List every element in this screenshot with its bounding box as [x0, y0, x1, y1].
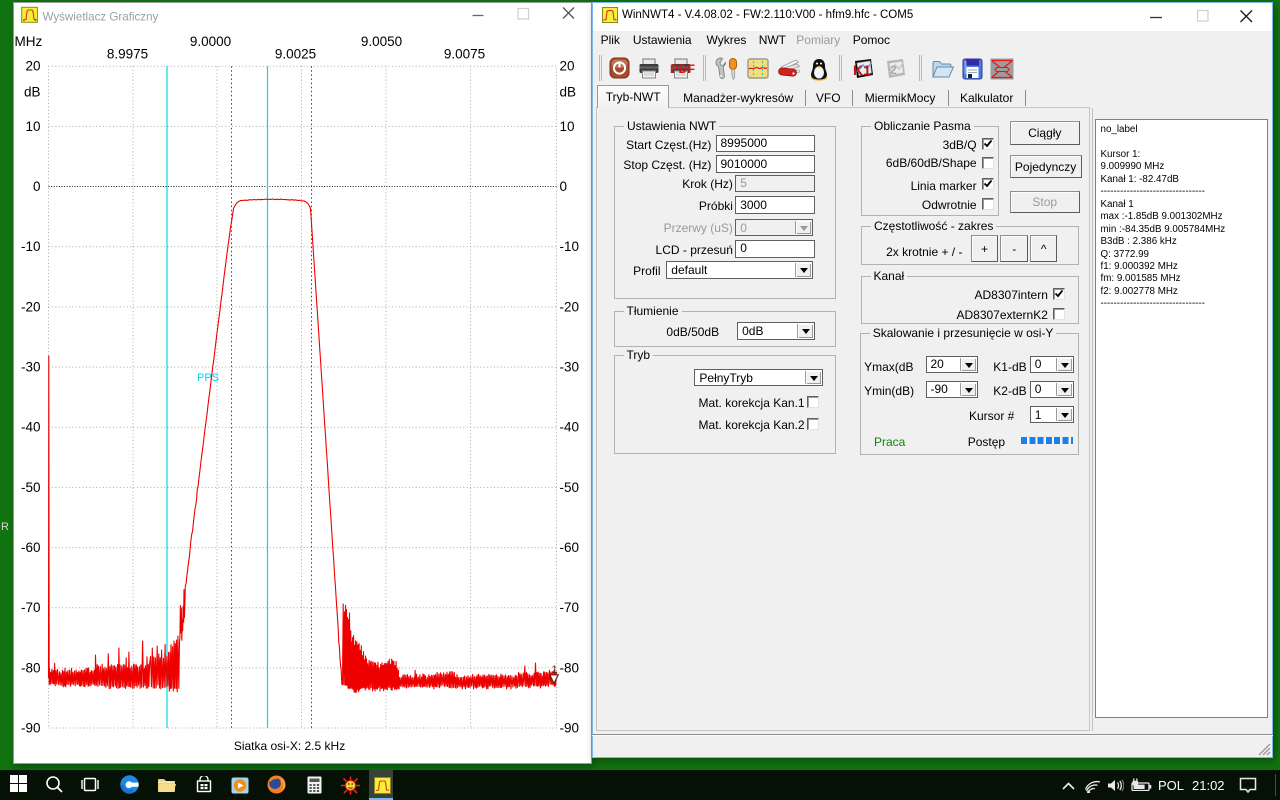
svg-text:-80: -80 — [559, 660, 579, 675]
svg-text:-40: -40 — [20, 420, 40, 435]
svg-text:10: 10 — [559, 119, 574, 134]
svg-text:dB: dB — [559, 85, 576, 100]
svg-text:-10: -10 — [559, 239, 579, 254]
svg-text:9.0050: 9.0050 — [360, 34, 401, 49]
svg-text:20: 20 — [25, 59, 40, 74]
svg-text:dB: dB — [23, 85, 40, 100]
svg-text:2: 2 — [890, 63, 897, 77]
svg-text:PPS: PPS — [197, 372, 219, 384]
svg-text:8.9975: 8.9975 — [106, 47, 147, 62]
svg-text:-50: -50 — [20, 480, 40, 495]
svg-text:MHz: MHz — [14, 34, 42, 49]
svg-text:-20: -20 — [20, 299, 40, 314]
svg-text:-20: -20 — [559, 299, 579, 314]
svg-text:9.0025: 9.0025 — [274, 47, 315, 62]
svg-text:Siatka osi-X: 2.5 kHz: Siatka osi-X: 2.5 kHz — [233, 739, 344, 753]
svg-text:PDF: PDF — [670, 62, 695, 76]
svg-text:20: 20 — [559, 59, 574, 74]
svg-text:-90: -90 — [20, 721, 40, 736]
svg-text:-80: -80 — [20, 660, 40, 675]
svg-text:-30: -30 — [559, 360, 579, 375]
svg-text:-40: -40 — [559, 420, 579, 435]
svg-text:10: 10 — [25, 119, 40, 134]
svg-text:-10: -10 — [20, 239, 40, 254]
svg-text:-60: -60 — [20, 540, 40, 555]
svg-text:-70: -70 — [20, 600, 40, 615]
svg-text:-50: -50 — [559, 480, 579, 495]
svg-text:0: 0 — [559, 179, 567, 194]
svg-text:-30: -30 — [20, 360, 40, 375]
svg-text:9.0075: 9.0075 — [443, 47, 484, 62]
svg-text:-60: -60 — [559, 540, 579, 555]
svg-text:Wyświetlacz Graficzny: Wyświetlacz Graficzny — [42, 11, 158, 24]
svg-text:0: 0 — [32, 179, 40, 194]
svg-text:-70: -70 — [559, 600, 579, 615]
svg-text:K1: K1 — [853, 62, 871, 78]
svg-text:9.0000: 9.0000 — [189, 34, 230, 49]
svg-text:-90: -90 — [559, 721, 579, 736]
